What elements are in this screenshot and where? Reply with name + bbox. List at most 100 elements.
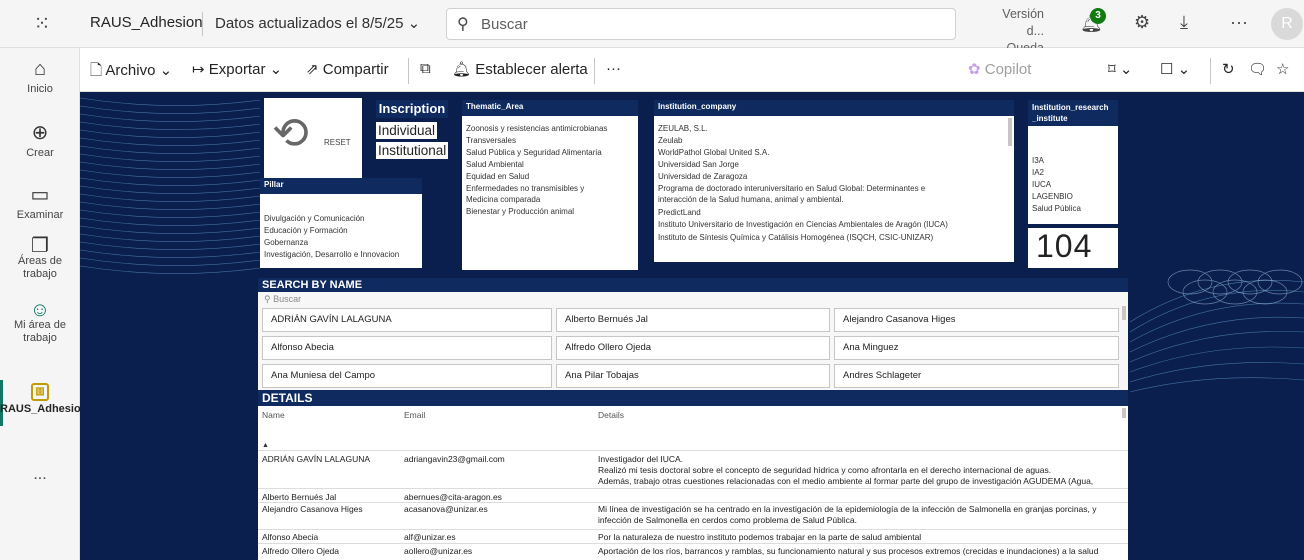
scrollbar[interactable] — [1008, 118, 1012, 146]
copilot-label: Copilot — [984, 61, 1032, 78]
institution-research-title: Institution_research _institute — [1028, 100, 1118, 126]
nav-current-report[interactable]: ▥ RAUS_Adhesion — [0, 382, 87, 416]
cell-name: ADRIÁN GAVÍN LALAGUNA — [262, 454, 371, 464]
settings-gear-icon[interactable]: ⚙ — [1134, 12, 1150, 33]
table-row[interactable]: Alejandro Casanova Higes acasanova@uniza… — [258, 504, 1128, 528]
research-item[interactable]: IA2 — [1032, 168, 1044, 177]
details-table: DETAILS Name Email Details ▲ ADRIÁN GAVÍ… — [258, 390, 1128, 560]
export-menu[interactable]: ↦ Exportar ⌄ — [192, 60, 282, 78]
name-tile[interactable]: Alejandro Casanova Higes — [834, 308, 1119, 332]
report-canvas: ⟲ RESET Inscription Individual Instituti… — [80, 92, 1304, 560]
thematic-item[interactable]: Salud Ambiental — [466, 160, 524, 169]
column-header-email[interactable]: Email — [404, 410, 425, 420]
name-tile[interactable]: Andres Schlageter — [834, 364, 1119, 388]
thematic-item[interactable]: Zoonosis y resistencias antimicrobianas — [466, 124, 607, 133]
cell-name: Alfredo Ollero Ojeda — [262, 546, 340, 556]
pillar-title: Pillar — [260, 178, 422, 194]
table-row[interactable]: Alfonso Abecia alf@unizar.es Por la natu… — [258, 532, 1128, 542]
top-bar: ⁙ RAUS_Adhesion Datos actualizados el 8/… — [0, 0, 1304, 72]
name-tile[interactable]: Alfredo Ollero Ojeda — [556, 336, 830, 360]
app-launcher-icon[interactable]: ⁙ — [30, 12, 54, 36]
download-icon[interactable]: ⤓ — [1180, 12, 1188, 33]
name-tile[interactable]: Ana Minguez — [834, 336, 1119, 360]
institution-item[interactable]: WorldPathol Global United S.A. — [658, 148, 769, 157]
name-tile[interactable]: Ana Pilar Tobajas — [556, 364, 830, 388]
bookmark-icon[interactable]: ⌑ ⌄ — [1108, 60, 1132, 78]
research-item[interactable]: Salud Pública — [1032, 204, 1081, 213]
cell-email: aollero@unizar.es — [404, 546, 473, 556]
file-menu[interactable]: 🗋 Archivo ⌄ — [90, 60, 172, 85]
institution-item[interactable]: PredictLand — [658, 208, 701, 217]
favorite-star-icon[interactable]: ☆ — [1276, 60, 1289, 78]
thematic-item[interactable]: Salud Pública y Seguridad Alimentaria — [466, 148, 602, 157]
inscription-option-individual[interactable]: Individual — [376, 122, 438, 139]
export-arrow-icon: ↦ — [192, 61, 205, 78]
institution-item[interactable]: Programa de doctorado interuniversitario… — [658, 184, 925, 193]
share-button[interactable]: ⇗ Compartir — [306, 60, 389, 78]
pillar-item[interactable]: Investigación, Desarrollo e Innovacion — [264, 250, 399, 259]
divider — [202, 12, 203, 36]
name-tile[interactable]: Alberto Bernués Jal — [556, 308, 830, 332]
thematic-item[interactable]: Enfermedades no transmisibles y — [466, 184, 584, 193]
nav-browse[interactable]: ▭ Examinar — [0, 182, 80, 221]
scrollbar[interactable] — [1122, 408, 1126, 418]
research-item[interactable]: IUCA — [1032, 180, 1051, 189]
institution-item[interactable]: Universidad de Zaragoza — [658, 172, 747, 181]
thematic-item[interactable]: Transversales — [466, 136, 516, 145]
institution-research-title-line-1: Institution_research — [1032, 103, 1109, 112]
report-title[interactable]: RAUS_Adhesion — [90, 14, 203, 31]
table-row[interactable]: Alberto Bernués Jal abernues@cita-aragon… — [258, 492, 1128, 502]
name-tile[interactable]: ADRIÁN GAVÍN LALAGUNA — [262, 308, 552, 332]
data-updated-dropdown[interactable]: Datos actualizados el 8/5/25 ⌄ — [215, 14, 420, 32]
pillar-item[interactable]: Educación y Formación — [264, 226, 348, 235]
pillar-item[interactable]: Gobernanza — [264, 238, 308, 247]
name-tile[interactable]: Ana Muniesa del Campo — [262, 364, 552, 388]
view-icon[interactable]: ☐ ⌄ — [1160, 60, 1190, 78]
institution-item[interactable]: Instituto Universitario de Investigación… — [658, 220, 948, 229]
more-options-icon[interactable]: ··· — [1230, 12, 1248, 33]
reset-label: RESET — [324, 138, 351, 147]
institution-item[interactable]: Universidad San Jorge — [658, 160, 739, 169]
avatar[interactable]: R — [1271, 8, 1303, 40]
thematic-item[interactable]: Equidad en Salud — [466, 172, 529, 181]
scrollbar[interactable] — [1122, 306, 1126, 320]
chevron-down-icon: ⌄ — [407, 15, 421, 32]
name-tile[interactable]: Alfonso Abecia — [262, 336, 552, 360]
institution-research-title-line-2: _institute — [1032, 114, 1068, 123]
reset-button[interactable]: ⟲ RESET — [264, 98, 362, 184]
institution-item[interactable]: ZEULAB, S.L. — [658, 124, 708, 133]
inscription-option-institutional[interactable]: Institutional — [376, 142, 449, 159]
comment-icon[interactable]: 🗨︎ — [1248, 60, 1267, 78]
back-arrow-icon: ⟲ — [272, 109, 309, 158]
table-row[interactable]: Alfredo Ollero Ojeda aollero@unizar.es A… — [258, 546, 1128, 556]
institution-item[interactable]: Zeulab — [658, 136, 682, 145]
nav-my-workspace[interactable]: ☺ Mi área de trabajo — [0, 300, 80, 345]
copilot-button[interactable]: ✿ Copilot — [968, 60, 1031, 78]
search-by-name-title: SEARCH BY NAME — [258, 278, 1128, 292]
table-row[interactable]: ADRIÁN GAVÍN LALAGUNA adriangavin23@gmai… — [258, 454, 1128, 488]
set-alert-button[interactable]: 🔔︎ Establecer alerta — [452, 60, 588, 78]
institution-item[interactable]: interacción de la Salud humana, animal y… — [658, 195, 843, 204]
thematic-item[interactable]: Bienestar y Producción animal — [466, 207, 574, 216]
research-item[interactable]: I3A — [1032, 156, 1044, 165]
home-icon: ⌂ — [33, 58, 47, 80]
cell-email: abernues@cita-aragon.es — [404, 492, 502, 502]
global-search[interactable]: ⚲ Buscar — [446, 8, 956, 40]
inscription-title: Inscription — [376, 100, 448, 118]
refresh-icon[interactable]: ↻ — [1222, 60, 1235, 78]
nav-create[interactable]: ⊕ Crear — [0, 120, 80, 159]
column-header-name[interactable]: Name — [262, 410, 285, 420]
pillar-item[interactable]: Divulgación y Comunicación — [264, 214, 365, 223]
institution-item[interactable]: Instituto de Síntesis Química y Catálisi… — [658, 233, 933, 242]
name-search-input[interactable]: ⚲ Buscar — [264, 294, 301, 305]
nav-more[interactable]: ... — [0, 466, 80, 484]
inscription-slicer: Inscription Individual Institutional — [372, 98, 449, 176]
column-header-details[interactable]: Details — [598, 410, 624, 420]
nav-my-workspace-label: Mi área de trabajo — [14, 319, 66, 344]
nav-workspaces[interactable]: ❐ Áreas de trabajo — [0, 236, 80, 281]
teams-icon[interactable]: ⧉ — [420, 60, 431, 77]
toolbar-more-button[interactable]: ··· — [606, 60, 621, 77]
thematic-item[interactable]: Medicina comparada — [466, 195, 540, 204]
nav-home[interactable]: ⌂ Inicio — [0, 58, 80, 95]
research-item[interactable]: LAGENBIO — [1032, 192, 1073, 201]
